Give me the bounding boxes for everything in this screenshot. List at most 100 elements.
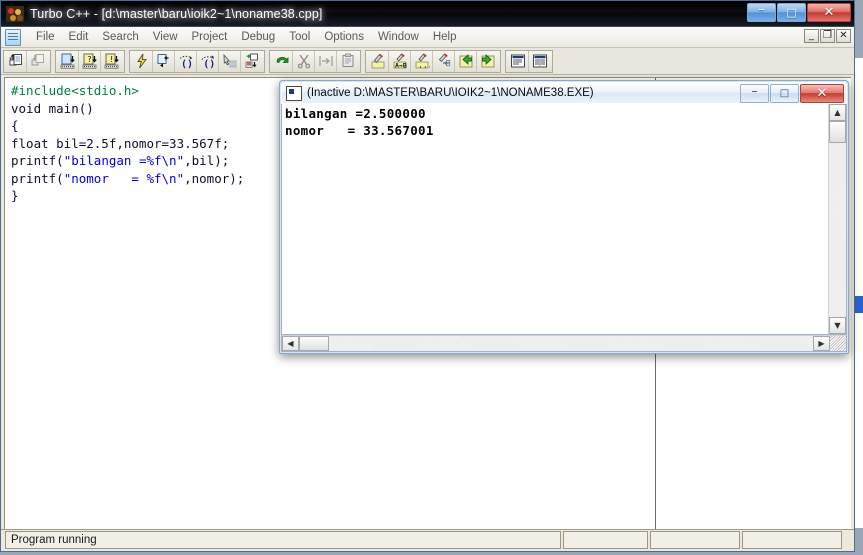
build-button[interactable]: ! [101,51,123,72]
copy-button[interactable] [315,50,337,72]
vertical-scroll-thumb[interactable] [829,121,846,143]
previous-bookmark-icon [458,53,474,69]
code-token: float bil=2.5f,nomor=33.567f; [11,135,230,151]
console-close-button[interactable]: ✕ [800,84,844,103]
menu-item-help[interactable]: Help [426,29,464,45]
step-out-button[interactable]: () [197,50,219,72]
open-file-button[interactable] [5,50,27,72]
search-button[interactable] [367,50,389,72]
menu-item-window[interactable]: Window [371,29,426,45]
scroll-up-arrow-icon[interactable]: ▲ [829,104,846,121]
console-window-controls: – □ ✕ [739,84,844,103]
menu-item-tool[interactable]: Tool [282,29,317,45]
toolbar-group-3: () () [129,49,265,73]
code-line: printf("nomor = %f\n",nomor); [11,170,244,188]
next-bookmark-button[interactable] [477,51,499,72]
window-controls: – □ ✕ [746,3,851,23]
save-file-icon [30,53,46,69]
step-over-button[interactable] [153,50,175,72]
window-title: Turbo C++ - [d:\master\baru\ioik2~1\nona… [30,7,323,21]
code-line: #include<stdio.h> [11,82,244,100]
console-titlebar[interactable]: (Inactive D:\MASTER\BARU\IOIK2~1\NONAME3… [281,82,847,104]
console-maximize-button[interactable]: □ [770,84,799,103]
console-minimize-button[interactable]: – [740,84,769,103]
toolbar-group-1 [3,49,51,73]
save-file-button[interactable] [27,51,49,72]
horizontal-scroll-thumb[interactable] [299,336,329,351]
mdi-minimize-button[interactable]: _ [804,29,819,43]
paste-button[interactable] [337,51,359,72]
project-window-button[interactable] [529,51,551,72]
step-over-icon [156,53,172,69]
trace-into-icon: () [178,53,194,69]
menu-item-options[interactable]: Options [317,29,371,45]
search-again-icon: ... [414,53,430,69]
cut-button[interactable] [293,50,315,72]
horizontal-scroll-track[interactable] [329,336,813,351]
scroll-left-arrow-icon[interactable]: ◀ [282,336,299,351]
minimize-icon: – [751,83,758,98]
menu-item-search[interactable]: Search [95,29,145,45]
mdi-close-button[interactable]: ✕ [836,29,851,43]
svg-text:A→B: A→B [395,61,407,69]
status-message: Program running [5,531,561,549]
resize-grip-icon[interactable] [830,336,846,351]
compile-icon [60,53,76,69]
undo-button[interactable] [271,50,293,72]
console-horizontal-scrollbar[interactable]: ◀ ▶ [281,335,847,352]
code-editor-text[interactable]: #include<stdio.h> void main() {float bil=2… [11,82,244,205]
close-button[interactable]: ✕ [807,3,851,22]
make-button[interactable]: ? [79,50,101,72]
trace-into-button[interactable]: () [175,50,197,72]
maximize-icon: □ [786,6,797,19]
maximize-button[interactable]: □ [777,3,806,22]
minimize-button[interactable]: – [747,3,776,22]
toolbar: ?! () () A→B... [1,48,854,75]
code-token: "bilangan =%f\n" [63,153,185,168]
undo-icon [274,53,290,69]
code-line: void main() [11,100,244,118]
run-button[interactable] [131,50,153,72]
mdi-restore-button[interactable]: ❐ [820,29,835,43]
run-icon [134,53,150,69]
menu-item-view[interactable]: View [146,29,185,45]
code-token: printf( [11,153,64,168]
console-text-area[interactable]: bilangan =2.500000 nomor = 33.567001 [282,104,828,334]
mdi-window-controls: _ ❐ ✕ [804,29,851,43]
toggle-breakpoint-button[interactable] [241,51,263,72]
next-bookmark-icon [480,53,496,69]
menu-item-project[interactable]: Project [185,29,235,45]
replace-button[interactable]: A→B [389,50,411,72]
status-panel-2 [563,531,648,549]
status-panel-4 [742,531,842,549]
goto-cursor-button[interactable] [219,50,241,72]
message-window-button[interactable] [507,50,529,72]
menu-item-debug[interactable]: Debug [234,29,282,45]
message-window-icon [510,53,526,69]
svg-text:...: ... [418,61,430,69]
menu-item-file[interactable]: File [29,29,62,45]
status-panel-3 [650,531,740,549]
compile-button[interactable] [57,50,79,72]
menu-item-edit[interactable]: Edit [62,29,96,45]
toolbar-group-4 [269,49,361,73]
code-line: float bil=2.5f,nomor=33.567f; [11,135,244,153]
code-line: } [11,187,244,205]
scroll-right-arrow-icon[interactable]: ▶ [813,336,830,351]
toggle-breakpoint-icon [244,53,260,69]
code-token: "nomor = %f\n" [63,170,185,186]
code-line: printf("bilangan =%f\n",bil); [11,152,244,170]
scroll-down-arrow-icon[interactable]: ▼ [829,317,846,334]
main-titlebar[interactable]: Turbo C++ - [d:\master\baru\ioik2~1\nona… [1,1,854,27]
code-token: void main() [11,100,94,116]
console-output-text: bilangan =2.500000 nomor = 33.567001 [285,106,434,139]
console-vertical-scrollbar[interactable]: ▲ ▼ [828,104,846,334]
search-options-button[interactable] [433,50,455,72]
console-output-line: bilangan =2.500000 [285,106,426,121]
previous-bookmark-button[interactable] [455,50,477,72]
search-again-button[interactable]: ... [411,50,433,72]
screen: Turbo C++ - [d:\master\baru\ioik2~1\nona… [0,0,863,555]
search-options-icon [436,53,452,69]
project-window-icon [532,53,548,69]
vertical-scroll-track[interactable] [829,143,846,317]
